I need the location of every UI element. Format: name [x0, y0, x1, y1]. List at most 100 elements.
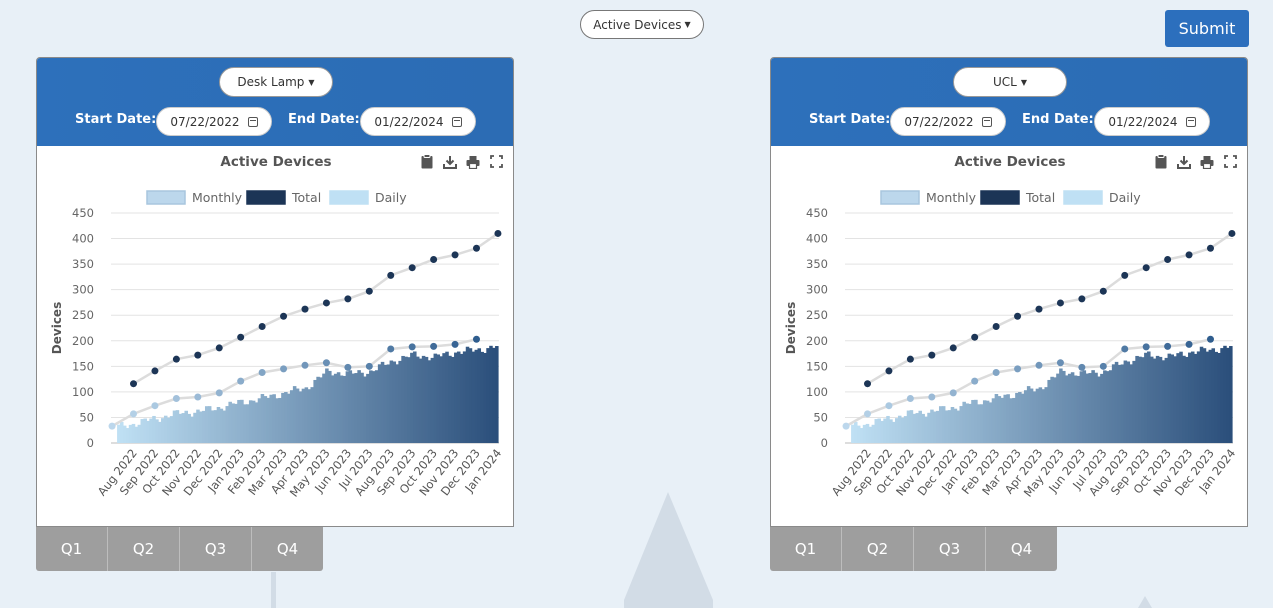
legend-item[interactable]: Daily — [1063, 190, 1141, 205]
tab-q2[interactable]: Q2 — [108, 527, 180, 571]
total-point[interactable] — [885, 367, 893, 375]
monthly-point[interactable] — [194, 393, 202, 401]
monthly-point[interactable] — [1206, 335, 1214, 343]
tab-q3[interactable]: Q3 — [914, 527, 986, 571]
monthly-point[interactable] — [971, 377, 979, 385]
y-tick-label: 450 — [72, 206, 94, 220]
monthly-point[interactable] — [1164, 342, 1172, 350]
total-point[interactable] — [215, 344, 223, 352]
end-date-label: End Date: — [1022, 112, 1094, 127]
start-date-input[interactable]: 07/22/2022 — [156, 107, 272, 136]
monthly-point[interactable] — [992, 368, 1000, 376]
total-point[interactable] — [365, 287, 373, 295]
monthly-point[interactable] — [344, 363, 352, 371]
monthly-point[interactable] — [864, 410, 872, 418]
total-point[interactable] — [451, 251, 459, 259]
monthly-point[interactable] — [842, 422, 850, 430]
metric-select[interactable]: Active Devices ▼ — [580, 10, 704, 39]
monthly-point[interactable] — [949, 389, 957, 397]
total-point[interactable] — [151, 367, 159, 375]
monthly-point[interactable] — [258, 368, 266, 376]
total-point[interactable] — [494, 229, 502, 237]
device-select[interactable]: Desk Lamp ▼ — [219, 67, 333, 97]
total-point[interactable] — [172, 355, 180, 363]
submit-button[interactable]: Submit — [1165, 10, 1249, 47]
end-date-input[interactable]: 01/22/2024 — [360, 107, 476, 136]
legend-item[interactable]: Monthly — [880, 190, 977, 205]
monthly-point[interactable] — [1185, 340, 1193, 348]
monthly-point[interactable] — [1121, 345, 1129, 353]
monthly-point[interactable] — [237, 377, 245, 385]
monthly-point[interactable] — [1014, 365, 1022, 373]
device-select[interactable]: UCL ▼ — [953, 67, 1067, 97]
calendar-icon[interactable] — [1185, 116, 1196, 127]
end-date-input[interactable]: 01/22/2024 — [1094, 107, 1210, 136]
monthly-point[interactable] — [885, 402, 893, 410]
monthly-point[interactable] — [172, 395, 180, 403]
monthly-point[interactable] — [451, 340, 459, 348]
total-point[interactable] — [387, 271, 395, 279]
tab-q1[interactable]: Q1 — [770, 527, 842, 571]
total-point[interactable] — [130, 380, 138, 388]
monthly-point[interactable] — [151, 402, 159, 410]
total-point[interactable] — [408, 264, 416, 272]
legend-item[interactable]: Monthly — [146, 190, 243, 205]
total-point[interactable] — [992, 322, 1000, 330]
total-point[interactable] — [949, 344, 957, 352]
total-point[interactable] — [1035, 305, 1043, 313]
calendar-icon[interactable] — [981, 116, 992, 127]
monthly-point[interactable] — [108, 422, 116, 430]
monthly-point[interactable] — [906, 395, 914, 403]
monthly-point[interactable] — [280, 365, 288, 373]
monthly-point[interactable] — [1056, 359, 1064, 367]
total-point[interactable] — [864, 380, 872, 388]
total-point[interactable] — [1014, 312, 1022, 320]
total-point[interactable] — [1185, 251, 1193, 259]
monthly-point[interactable] — [472, 335, 480, 343]
monthly-point[interactable] — [1035, 361, 1043, 369]
tab-q4[interactable]: Q4 — [986, 527, 1057, 571]
monthly-point[interactable] — [1142, 343, 1150, 351]
total-point[interactable] — [1056, 299, 1064, 307]
total-point[interactable] — [928, 351, 936, 359]
monthly-point[interactable] — [130, 410, 138, 418]
tab-q1[interactable]: Q1 — [36, 527, 108, 571]
total-point[interactable] — [971, 333, 979, 341]
monthly-point[interactable] — [1078, 363, 1086, 371]
tab-q3[interactable]: Q3 — [180, 527, 252, 571]
monthly-point[interactable] — [215, 389, 223, 397]
total-point[interactable] — [1142, 264, 1150, 272]
total-point[interactable] — [430, 256, 438, 264]
total-point[interactable] — [301, 305, 309, 313]
tab-q2[interactable]: Q2 — [842, 527, 914, 571]
monthly-point[interactable] — [408, 343, 416, 351]
monthly-point[interactable] — [322, 359, 330, 367]
calendar-icon[interactable] — [451, 116, 462, 127]
monthly-point[interactable] — [387, 345, 395, 353]
total-point[interactable] — [1228, 229, 1236, 237]
calendar-icon[interactable] — [247, 116, 258, 127]
monthly-point[interactable] — [301, 361, 309, 369]
tab-q4[interactable]: Q4 — [252, 527, 323, 571]
monthly-point[interactable] — [1099, 362, 1107, 370]
total-point[interactable] — [322, 299, 330, 307]
total-point[interactable] — [237, 333, 245, 341]
legend-item[interactable]: Total — [246, 190, 321, 205]
total-point[interactable] — [472, 244, 480, 252]
legend-item[interactable]: Total — [980, 190, 1055, 205]
total-point[interactable] — [344, 295, 352, 303]
total-point[interactable] — [258, 322, 266, 330]
total-point[interactable] — [1078, 295, 1086, 303]
total-point[interactable] — [280, 312, 288, 320]
legend-item[interactable]: Daily — [329, 190, 407, 205]
total-point[interactable] — [1121, 271, 1129, 279]
total-point[interactable] — [1206, 244, 1214, 252]
total-point[interactable] — [906, 355, 914, 363]
monthly-point[interactable] — [430, 342, 438, 350]
monthly-point[interactable] — [928, 393, 936, 401]
total-point[interactable] — [1164, 256, 1172, 264]
total-point[interactable] — [194, 351, 202, 359]
total-point[interactable] — [1099, 287, 1107, 295]
start-date-input[interactable]: 07/22/2022 — [890, 107, 1006, 136]
monthly-point[interactable] — [365, 362, 373, 370]
